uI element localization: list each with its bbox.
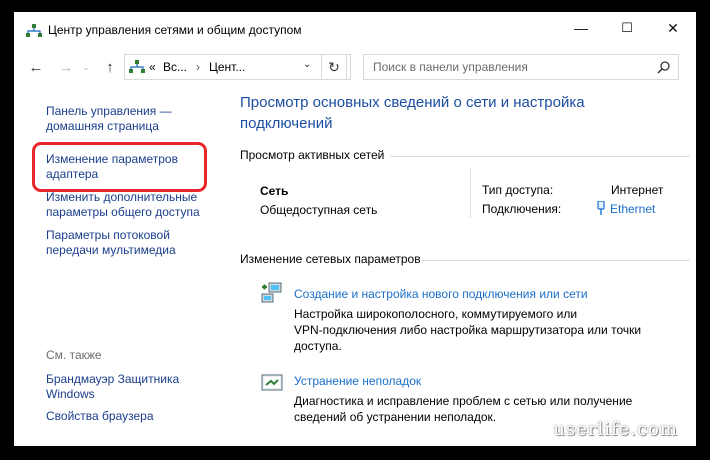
breadcrumb-separator: › xyxy=(196,60,200,74)
windows-firewall-link[interactable]: Брандмауэр Защитника Windows xyxy=(46,372,179,402)
section-divider xyxy=(422,260,690,261)
address-overflow-chevron[interactable]: « xyxy=(149,60,156,74)
search-box[interactable]: Поиск в панели управления xyxy=(363,54,679,80)
control-panel-window: Центр управления сетями и общим доступом… xyxy=(14,12,696,446)
network-center-icon xyxy=(26,24,42,37)
page-title: Просмотр основных сведений о сети и наст… xyxy=(240,94,585,132)
advanced-sharing-settings-link[interactable]: Изменить дополнительные параметры общего… xyxy=(46,190,200,220)
network-separator xyxy=(470,168,471,218)
active-networks-header: Просмотр активных сетей xyxy=(240,148,385,162)
control-panel-home-link[interactable]: Панель управления — домашняя страница xyxy=(46,104,172,134)
troubleshoot-problems-link[interactable]: Устранение неполадок xyxy=(294,374,421,388)
minimize-button[interactable]: — xyxy=(558,12,604,44)
network-center-icon xyxy=(129,60,145,73)
maximize-button[interactable]: ☐ xyxy=(604,12,650,44)
watermark: userlife.com xyxy=(553,419,678,440)
see-also-label: См. также xyxy=(46,348,102,362)
new-connection-icon xyxy=(261,282,282,303)
change-network-settings-header: Изменение сетевых параметров xyxy=(240,252,421,266)
ethernet-link[interactable]: Ethernet xyxy=(610,202,655,216)
search-input[interactable]: Поиск в панели управления xyxy=(373,60,528,74)
internet-options-link[interactable]: Свойства браузера xyxy=(46,409,154,424)
ethernet-icon xyxy=(597,201,605,215)
navigation-bar: ← → ⌄ ↑ « Вс... › Цент... ⌄ ↻ Поиск в па… xyxy=(14,50,696,84)
search-icon[interactable] xyxy=(657,60,671,74)
address-bar[interactable]: « Вс... › Цент... ⌄ xyxy=(124,54,351,80)
network-type-link[interactable]: Общедоступная сеть xyxy=(260,203,377,217)
address-dropdown-icon[interactable]: ⌄ xyxy=(303,59,311,70)
recent-locations-chevron-icon[interactable]: ⌄ xyxy=(74,56,98,78)
back-button[interactable]: ← xyxy=(24,56,48,78)
up-button[interactable]: ↑ xyxy=(98,56,122,78)
task-pane: Панель управления — домашняя страница Из… xyxy=(14,84,224,446)
window-title: Центр управления сетями и общим доступом xyxy=(48,23,302,37)
network-name: Сеть xyxy=(260,184,289,198)
troubleshoot-icon xyxy=(261,374,283,391)
connections-label: Подключения: xyxy=(482,202,562,216)
setup-new-connection-link[interactable]: Создание и настройка нового подключения … xyxy=(294,287,588,301)
media-streaming-options-link[interactable]: Параметры потоковой передачи мультимедиа xyxy=(46,228,176,258)
refresh-button[interactable]: ↻ xyxy=(321,54,347,80)
breadcrumb-all[interactable]: Вс... xyxy=(163,60,187,74)
close-button[interactable]: ✕ xyxy=(650,12,696,44)
access-type-label: Тип доступа: xyxy=(482,183,554,197)
highlight-annotation xyxy=(32,142,207,192)
breadcrumb-center[interactable]: Цент... xyxy=(209,60,245,74)
access-type-value: Интернет xyxy=(611,183,664,197)
setup-new-connection-description: Настройка широкополосного, коммутируемог… xyxy=(294,307,642,353)
title-bar[interactable]: Центр управления сетями и общим доступом… xyxy=(14,12,696,48)
section-divider xyxy=(390,156,690,157)
